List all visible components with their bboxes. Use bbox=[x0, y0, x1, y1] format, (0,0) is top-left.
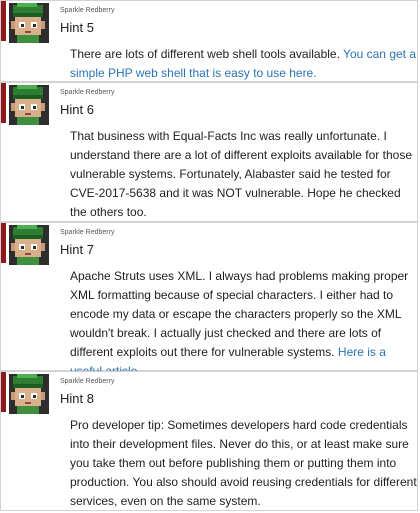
hint-body: Apache Struts uses XML. I always had pro… bbox=[70, 267, 420, 381]
elf-avatar-icon bbox=[9, 225, 49, 265]
hint-body: Pro developer tip: Sometimes developers … bbox=[70, 416, 420, 511]
hint-title: Hint 8 bbox=[60, 391, 94, 406]
hint-title: Hint 7 bbox=[60, 242, 94, 257]
hint-title: Hint 5 bbox=[60, 20, 94, 35]
hint-text: There are lots of different web shell to… bbox=[70, 47, 344, 61]
post-author: Sparkle Redberry bbox=[60, 7, 115, 14]
hint-body: There are lots of different web shell to… bbox=[70, 45, 420, 83]
post-author: Sparkle Redberry bbox=[60, 229, 115, 236]
hint-feed: Sparkle Redberry Hint 5 There are lots o… bbox=[0, 0, 420, 513]
elf-avatar-icon bbox=[9, 3, 49, 43]
hint-card: Sparkle Redberry Hint 5 There are lots o… bbox=[0, 0, 418, 82]
hint-text: That business with Equal-Facts Inc was r… bbox=[70, 129, 412, 219]
hint-body: That business with Equal-Facts Inc was r… bbox=[70, 127, 420, 222]
hint-card: Sparkle Redberry Hint 6 That business wi… bbox=[0, 82, 418, 222]
post-author: Sparkle Redberry bbox=[60, 89, 115, 96]
hint-card: Sparkle Redberry Hint 7 Apache Struts us… bbox=[0, 222, 418, 378]
elf-avatar-icon bbox=[9, 374, 49, 414]
hint-card: Sparkle Redberry Hint 8 Pro developer ti… bbox=[0, 371, 418, 511]
hint-title: Hint 6 bbox=[60, 102, 94, 117]
hint-text: Pro developer tip: Sometimes developers … bbox=[70, 418, 417, 508]
post-author: Sparkle Redberry bbox=[60, 378, 115, 385]
elf-avatar-icon bbox=[9, 85, 49, 125]
